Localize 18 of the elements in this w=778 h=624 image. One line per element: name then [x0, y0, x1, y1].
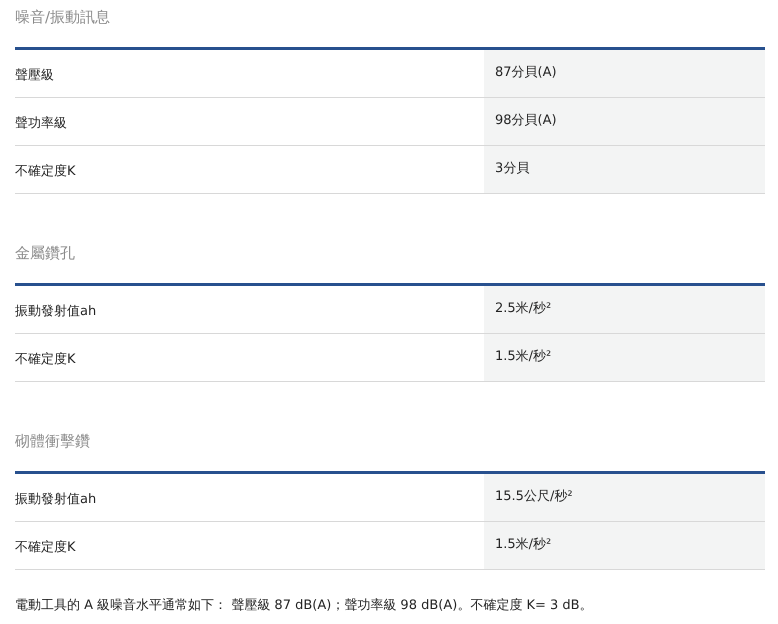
spec-label: 不確定度K — [15, 351, 77, 369]
spec-value: 87分貝(A) — [484, 50, 765, 97]
spec-value: 2.5米/秒² — [484, 286, 765, 333]
spec-label: 聲功率級 — [15, 115, 68, 133]
spec-label: 不確定度K — [15, 539, 77, 557]
spec-label: 聲壓級 — [15, 67, 55, 85]
section-title: 噪音/振動訊息 — [15, 7, 112, 28]
spec-value: 3分貝 — [484, 146, 765, 193]
spec-label: 不確定度K — [15, 163, 77, 181]
section-title: 金屬鑽孔 — [15, 243, 76, 264]
spec-value: 15.5公尺/秒² — [484, 474, 765, 521]
spec-value: 98分貝(A) — [484, 98, 765, 145]
spec-label: 振動發射值ah — [15, 303, 98, 321]
spec-value: 1.5米/秒² — [484, 522, 765, 569]
spec-value: 1.5米/秒² — [484, 334, 765, 381]
note-text: 電動工具的 A 級噪音水平通常如下： 聲壓級 87 dB(A)；聲功率級 98 dB(A)。不確定度 K= 3 dB。 — [15, 597, 594, 614]
spec-label: 振動發射值ah — [15, 491, 98, 509]
section-title: 砌體衝擊鑽 — [15, 431, 91, 452]
